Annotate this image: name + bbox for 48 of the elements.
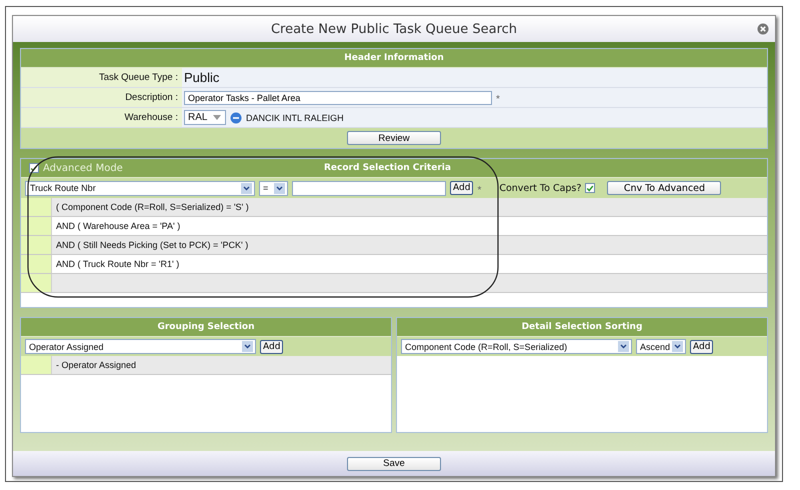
row-handle[interactable] (21, 198, 52, 216)
chevron-down-icon[interactable] (672, 341, 683, 352)
row-handle[interactable] (21, 217, 52, 235)
sort-field-dropdown[interactable]: Component Code (R=Roll, S=Serialized) (401, 339, 632, 354)
operator-dropdown[interactable]: = (259, 180, 288, 196)
panel-title: Detail Selection Sorting (522, 322, 642, 332)
field-label: Task Queue Type : (21, 68, 182, 87)
warehouse-name: DANCIK INTL RALEIGH (246, 112, 344, 122)
field-value: Public (184, 70, 220, 85)
required-mark: * (477, 184, 482, 196)
value-field[interactable] (292, 180, 446, 196)
field-dropdown[interactable]: Truck Route Nbr (25, 180, 255, 196)
dropdown-arrow-icon[interactable] (213, 115, 221, 120)
chevron-down-icon[interactable] (618, 341, 629, 352)
field-label: Warehouse : (21, 108, 182, 127)
panel-title: Grouping Selection (157, 322, 254, 332)
checkbox[interactable] (585, 183, 596, 193)
minus-circle-icon[interactable] (230, 112, 242, 124)
review-button[interactable]: Review (347, 131, 441, 145)
grouping-row[interactable]: - Operator Assigned (52, 360, 136, 370)
required-mark: * (496, 94, 500, 105)
panel-title: Record Selection Criteria (324, 163, 451, 173)
checkbox-label: Advanced Mode (43, 162, 123, 174)
panel-title: Header Information (344, 53, 444, 63)
criteria-row[interactable]: AND ( Still Needs Picking (Set to PCK) = 'PCK' ) (52, 240, 248, 250)
add-button[interactable]: Add (260, 340, 284, 354)
window-title: Create New Public Task Queue Search (270, 22, 518, 36)
save-button[interactable]: Save (347, 456, 441, 470)
close-icon[interactable] (757, 23, 769, 35)
chevron-down-icon[interactable] (274, 182, 285, 194)
add-button[interactable]: Add (450, 181, 474, 195)
checkbox-label: Convert To Caps? (498, 182, 582, 194)
add-button[interactable]: Add (690, 340, 714, 354)
criteria-row[interactable]: AND ( Truck Route Nbr = 'R1' ) (52, 259, 180, 269)
sort-order-dropdown[interactable]: Ascend (636, 339, 686, 354)
row-handle[interactable] (21, 255, 52, 273)
field-label: Description : (21, 88, 182, 107)
row-handle[interactable] (21, 274, 52, 292)
chevron-down-icon[interactable] (242, 341, 253, 352)
row-handle[interactable] (21, 356, 52, 374)
convert-button[interactable]: Cnv To Advanced (607, 181, 722, 195)
criteria-row[interactable]: AND ( Warehouse Area = 'PA' ) (52, 221, 180, 231)
warehouse-dropdown[interactable]: RAL (184, 110, 226, 125)
grouping-dropdown[interactable]: Operator Assigned (25, 339, 256, 354)
chevron-down-icon[interactable] (241, 182, 252, 194)
description-field[interactable]: Operator Tasks - Pallet Area (184, 90, 492, 104)
criteria-row[interactable]: ( Component Code (R=Roll, S=Serialized) = 'S' ) (52, 202, 249, 212)
row-handle[interactable] (21, 236, 52, 254)
